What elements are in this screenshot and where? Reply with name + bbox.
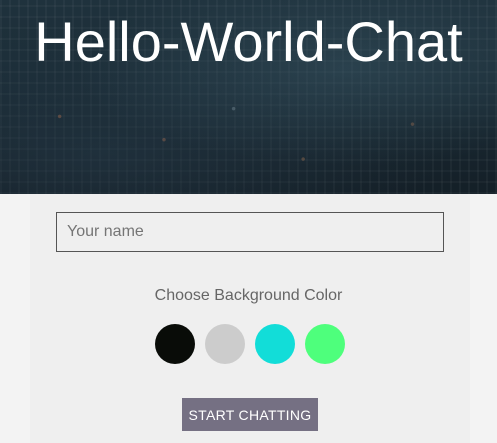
color-swatch-green[interactable] <box>305 324 345 364</box>
name-input[interactable] <box>56 212 444 252</box>
app-title: Hello-World-Chat <box>34 10 463 73</box>
choose-color-label: Choose Background Color <box>154 287 343 304</box>
color-swatch-gray[interactable] <box>205 324 245 364</box>
start-chatting-button[interactable]: START CHATTING <box>182 398 318 431</box>
color-swatch-black[interactable] <box>155 324 195 364</box>
color-swatch-cyan[interactable] <box>255 324 295 364</box>
color-swatch-group <box>155 324 345 364</box>
